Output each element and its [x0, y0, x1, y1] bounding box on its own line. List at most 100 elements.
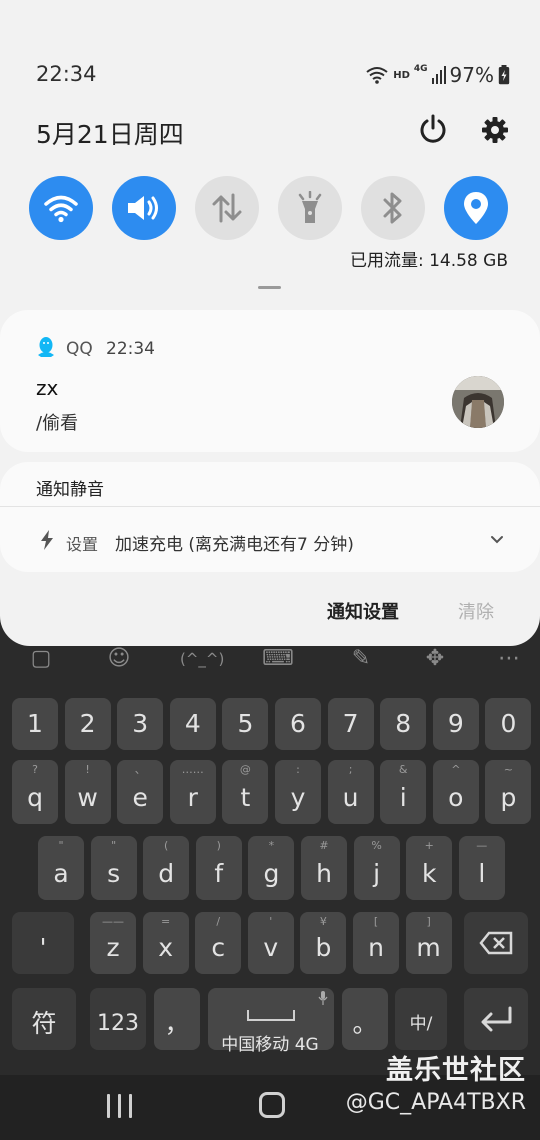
key-o[interactable]: ^ o [432, 760, 479, 824]
key-s[interactable]: " s [90, 836, 137, 900]
flashlight-icon [298, 191, 322, 223]
recent-apps-button[interactable] [107, 1094, 135, 1118]
key-apostrophe[interactable]: ' [12, 912, 74, 974]
keyboard-icon[interactable]: ⌨ [262, 644, 294, 674]
key-b[interactable]: ¥ b [300, 912, 347, 974]
key-6[interactable]: 6 [275, 698, 321, 750]
silent-item-text[interactable]: 加速充电 (离充满电还有7 分钟) [115, 530, 354, 555]
qs-flashlight-toggle[interactable] [278, 176, 342, 240]
battery-percent: 97% [449, 63, 494, 87]
key-sub-label: ^ [451, 763, 461, 776]
key-sub-label: @ [239, 763, 251, 776]
key-label: h [316, 859, 332, 888]
key-label: b [315, 933, 332, 962]
avatar [452, 376, 504, 428]
key-sub-label: [ [373, 915, 379, 928]
key-7[interactable]: 7 [327, 698, 374, 750]
key-q[interactable]: ? q [12, 760, 58, 824]
watermark-handle: @GC_APA4TBXR [345, 1090, 526, 1115]
key-w[interactable]: ! w [64, 760, 111, 824]
key-label: j [373, 859, 381, 888]
key-2[interactable]: 2 [64, 698, 111, 750]
key-c[interactable]: / c [195, 912, 242, 974]
key-sub-label: ; [348, 763, 353, 776]
key-f[interactable]: ) f [195, 836, 242, 900]
notification-settings-button[interactable]: 通知设置 [327, 598, 399, 624]
key-r[interactable]: …… r [169, 760, 216, 824]
kaomoji-icon[interactable]: (^_^) [180, 644, 224, 674]
qs-bluetooth-toggle[interactable] [361, 176, 425, 240]
key-sub-label: % [371, 839, 382, 852]
key-i[interactable]: & i [380, 760, 427, 824]
key-l[interactable]: — l [458, 836, 505, 900]
key-1[interactable]: 1 [12, 698, 58, 750]
key-j[interactable]: % j [353, 836, 400, 900]
key-n[interactable]: [n [353, 912, 399, 974]
home-button[interactable] [259, 1092, 285, 1118]
key-u[interactable]: ; u [327, 760, 374, 824]
key-label: ' [39, 933, 47, 962]
key-k[interactable]: + k [406, 836, 453, 900]
qq-notification-time: 22:34 [106, 339, 155, 359]
status-time: 22:34 [36, 62, 97, 86]
wifi-icon [44, 195, 78, 223]
qq-notification-text: /偷看 [36, 413, 79, 434]
chevron-down-icon[interactable] [490, 535, 504, 545]
key-sub-label: + [424, 839, 434, 852]
key-x[interactable]: = x [142, 912, 189, 974]
key-y[interactable]: :y [275, 760, 321, 824]
key-p[interactable]: ~ p [485, 760, 532, 824]
key-d[interactable]: (d [143, 836, 190, 900]
clipboard-icon[interactable]: ▢ [26, 644, 56, 674]
key-label: e [132, 783, 148, 812]
backspace-key[interactable] [464, 912, 528, 974]
key-z[interactable]: —— z [90, 912, 136, 974]
handwriting-icon[interactable]: ✎ [346, 644, 376, 674]
mic-icon [318, 991, 328, 1005]
silent-section-title: 通知静音 [36, 480, 104, 500]
hd-badge: HD [393, 69, 410, 81]
key-sub-label: — [476, 839, 488, 852]
key-t[interactable]: @ t [222, 760, 269, 824]
key-sub-label: / [216, 915, 221, 928]
clear-button[interactable]: 清除 [458, 598, 494, 624]
cursor-move-icon[interactable]: ✥ [420, 644, 450, 674]
key-sub-label: —— [102, 915, 124, 928]
qs-location-toggle[interactable] [444, 176, 508, 240]
qq-app-name: QQ [66, 339, 93, 359]
backspace-icon [479, 931, 513, 955]
qs-sound-toggle[interactable] [112, 176, 176, 240]
key-9[interactable]: 9 [432, 698, 479, 750]
qs-mobile-data-toggle[interactable] [195, 176, 259, 240]
keyboard: ▢ ☺ (^_^) ⌨ ✎ ✥ ⋯ 1 2 3 4 5 6 7 8 9 0? q! w、 e…… r @ t:… [0, 600, 540, 1075]
more-icon[interactable]: ⋯ [494, 644, 524, 674]
key-4[interactable]: 4 [169, 698, 216, 750]
shade-drag-handle[interactable] [258, 286, 281, 289]
key-label: q [27, 783, 43, 812]
key-label: x [158, 933, 173, 962]
key-0[interactable]: 0 [485, 698, 532, 750]
key-8[interactable]: 8 [380, 698, 427, 750]
key-a[interactable]: " a [38, 836, 84, 900]
key-h[interactable]: # h [301, 836, 347, 900]
key-label: u [342, 783, 359, 812]
gear-icon[interactable] [480, 115, 510, 145]
key-3[interactable]: 3 [117, 698, 164, 750]
key-label: p [500, 783, 517, 812]
emoji-icon[interactable]: ☺ [104, 644, 134, 674]
key-label: n [368, 933, 384, 962]
key-label: 5 [237, 709, 254, 738]
power-icon[interactable] [417, 113, 449, 145]
qq-notification-card[interactable] [0, 310, 540, 452]
qs-wifi-toggle[interactable] [29, 176, 93, 240]
key-label: f [214, 859, 224, 888]
key-m[interactable]: ] m [405, 912, 452, 974]
key-e[interactable]: 、 e [117, 760, 164, 824]
key-label: k [421, 859, 437, 888]
key-sub-label: ! [85, 763, 90, 776]
key-5[interactable]: 5 [222, 698, 269, 750]
key-label: w [77, 783, 98, 812]
key-g[interactable]: * g [248, 836, 295, 900]
key-v[interactable]: ' v [247, 912, 294, 974]
data-usage-label: 已用流量: 14.58 GB [349, 251, 508, 271]
